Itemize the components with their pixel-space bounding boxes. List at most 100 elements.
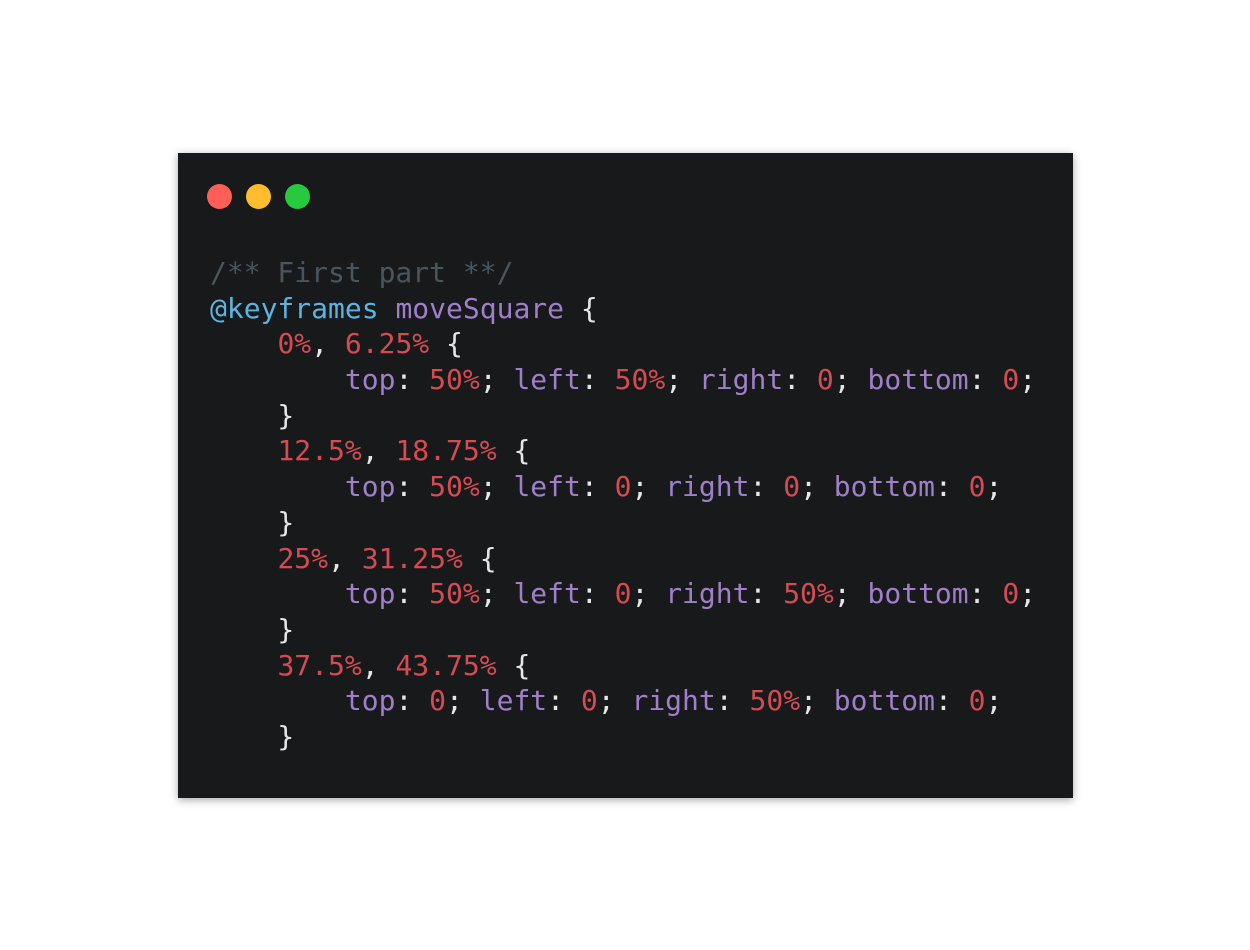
code-line: top: 50%; left: 50%; right: 0; bottom: 0… (210, 362, 1036, 398)
code-token-punctuation: ; (833, 363, 868, 397)
code-block: /** First part **/@keyframes moveSquare … (210, 255, 1036, 755)
code-token-punctuation (210, 363, 345, 396)
code-token-number: 31.25% (361, 541, 463, 575)
code-token-punctuation: ; (631, 470, 666, 504)
code-token-identifier: left (513, 577, 581, 611)
code-token-number: 0 (968, 470, 986, 504)
code-token-number: 0 (1002, 363, 1020, 397)
code-token-number: 12.5% (277, 434, 362, 468)
code-token-punctuation: ; (985, 470, 1003, 504)
code-token-number: 37.5% (277, 648, 362, 682)
code-token-identifier: left (513, 470, 581, 504)
code-token-punctuation: : (749, 577, 784, 611)
code-token-punctuation: : (934, 684, 969, 718)
code-token-number: 0 (1002, 577, 1020, 611)
code-token-punctuation: ; (597, 684, 632, 718)
code-token-punctuation (210, 542, 277, 575)
code-token-punctuation: } (210, 612, 295, 646)
code-token-at-keyword: @keyframes (210, 291, 379, 325)
code-token-punctuation: { (496, 648, 531, 682)
code-token-comment: /** First part **/ (210, 256, 514, 289)
code-token-number: 0 (614, 577, 632, 611)
code-token-punctuation: : (749, 470, 784, 504)
code-line: } (210, 505, 1036, 541)
code-token-punctuation: : (968, 363, 1003, 397)
code-token-punctuation: ; (985, 684, 1003, 718)
code-token-punctuation: : (395, 363, 430, 397)
code-token-punctuation: : (580, 363, 615, 397)
code-line: top: 0; left: 0; right: 50%; bottom: 0; (210, 683, 1036, 719)
code-token-punctuation: ; (446, 684, 480, 718)
code-token-number: 50% (429, 577, 480, 611)
code-token-number: 25% (277, 541, 329, 575)
code-token-punctuation: ; (479, 470, 514, 504)
code-token-punctuation: , (361, 434, 396, 468)
code-token-number: 0 (429, 684, 447, 718)
code-token-punctuation: ; (833, 577, 868, 611)
code-line: } (210, 719, 1036, 755)
code-token-number: 0 (816, 363, 834, 397)
code-token-punctuation: : (580, 577, 615, 611)
window-controls (207, 184, 310, 209)
code-token-identifier: left (513, 363, 581, 397)
code-token-number: 0 (968, 684, 986, 718)
code-token-identifier: top (344, 577, 396, 611)
code-token-number: 0 (580, 684, 598, 718)
code-token-number: 43.75% (395, 648, 497, 682)
code-line: /** First part **/ (210, 255, 1036, 291)
code-token-punctuation: : (395, 684, 430, 718)
code-line: 0%, 6.25% { (210, 326, 1036, 362)
code-token-identifier: right (665, 577, 750, 611)
code-token-identifier: moveSquare (395, 291, 565, 325)
minimize-dot-icon[interactable] (246, 184, 271, 209)
code-token-number: 50% (429, 363, 480, 397)
code-token-identifier: bottom (867, 577, 969, 611)
code-token-number: 50% (614, 363, 666, 397)
code-token-punctuation (210, 577, 345, 610)
code-token-punctuation: } (210, 398, 295, 432)
code-line: } (210, 612, 1036, 648)
code-token-identifier: bottom (833, 684, 935, 718)
close-dot-icon[interactable] (207, 184, 232, 209)
code-token-identifier: left (479, 684, 548, 718)
code-token-punctuation: ; (479, 363, 514, 397)
code-token-punctuation: : (547, 684, 581, 718)
code-token-punctuation: , (328, 541, 362, 575)
code-token-punctuation: } (210, 505, 295, 539)
code-token-identifier: bottom (867, 363, 969, 397)
code-token-identifier: bottom (833, 470, 935, 504)
maximize-dot-icon[interactable] (285, 184, 310, 209)
code-token-punctuation: : (715, 684, 750, 718)
code-token-punctuation: } (210, 719, 295, 753)
code-token-identifier: top (344, 684, 396, 718)
code-token-identifier: right (665, 470, 750, 504)
code-token-punctuation: { (462, 541, 497, 575)
code-line: 25%, 31.25% { (210, 541, 1036, 577)
code-token-number: 50% (749, 684, 801, 718)
code-token-identifier: top (344, 363, 396, 397)
code-token-number: 0 (614, 470, 632, 504)
code-token-punctuation: , (361, 648, 396, 682)
code-token-punctuation (379, 292, 396, 325)
code-token-punctuation (210, 684, 345, 717)
code-token-punctuation: : (395, 577, 430, 611)
code-line: 12.5%, 18.75% { (210, 433, 1036, 469)
code-token-number: 0% (277, 327, 312, 361)
code-token-punctuation (210, 649, 277, 682)
code-token-number: 6.25% (344, 327, 430, 361)
code-token-punctuation: { (564, 291, 598, 325)
code-token-punctuation: : (968, 577, 1003, 611)
code-token-punctuation: ; (1019, 577, 1037, 611)
code-token-identifier: right (698, 363, 784, 397)
code-token-punctuation: ; (665, 363, 699, 397)
code-token-punctuation (210, 434, 277, 467)
code-token-punctuation: ; (1019, 363, 1037, 397)
code-token-number: 50% (429, 470, 480, 504)
code-token-punctuation: { (496, 434, 531, 468)
code-token-punctuation: ; (800, 684, 834, 718)
code-token-number: 50% (783, 577, 834, 611)
code-token-punctuation: ; (631, 577, 666, 611)
code-token-punctuation: , (311, 327, 345, 361)
code-token-punctuation: { (429, 327, 463, 361)
code-line: } (210, 398, 1036, 434)
